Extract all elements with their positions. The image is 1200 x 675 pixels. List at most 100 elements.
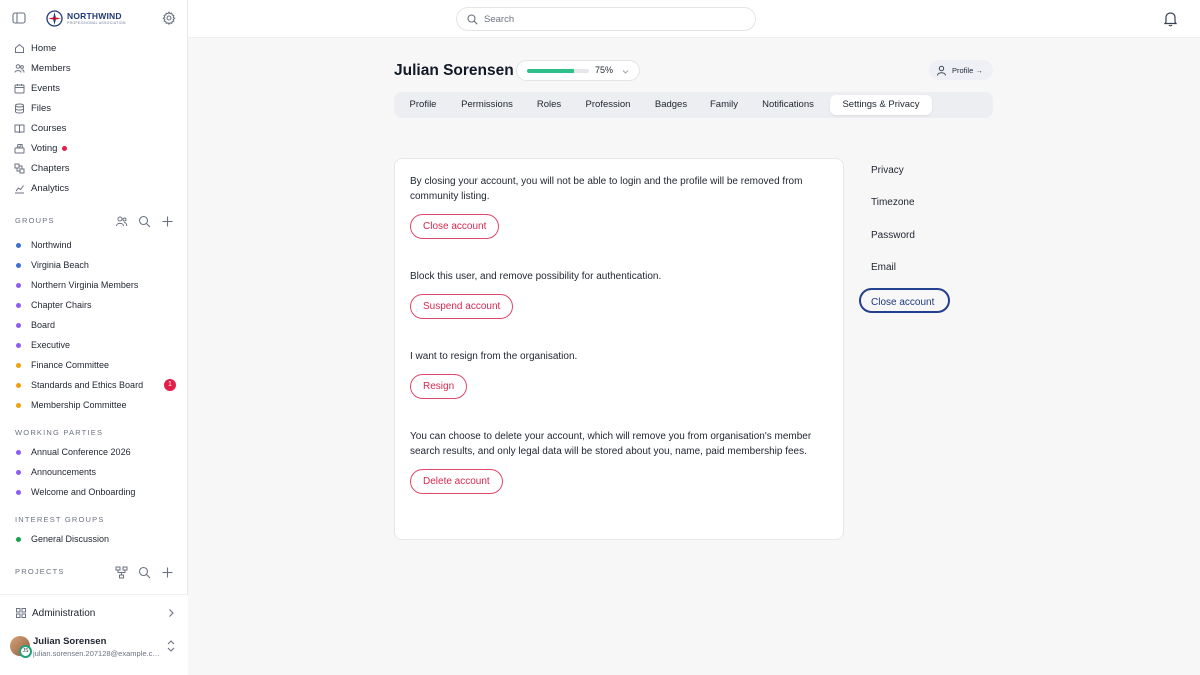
nav-item-label: Members bbox=[31, 62, 71, 74]
group-item[interactable]: Northern Virginia Members bbox=[0, 275, 188, 295]
logo-subtitle: PROFESSIONAL ASSOCIATION bbox=[67, 20, 126, 25]
account-actions-card: By closing your account, you will not be… bbox=[394, 158, 844, 540]
group-color-dot bbox=[16, 242, 21, 248]
group-item[interactable]: Finance Committee bbox=[0, 355, 188, 375]
calendar-icon bbox=[14, 83, 25, 93]
interest-group-item[interactable]: General Discussion bbox=[0, 529, 188, 549]
projects-heading: PROJECTS bbox=[15, 567, 65, 576]
plus-icon[interactable] bbox=[161, 215, 174, 228]
search-icon[interactable] bbox=[138, 566, 151, 579]
search-input[interactable]: Search bbox=[456, 7, 756, 31]
group-label: Announcements bbox=[31, 467, 97, 477]
administration-label: Administration bbox=[32, 607, 96, 619]
delete-account-description: You can choose to delete your account, w… bbox=[410, 431, 812, 457]
tab-profession[interactable]: Profession bbox=[577, 95, 639, 115]
group-color-dot bbox=[16, 402, 21, 408]
avatar-status-badge: JS bbox=[19, 645, 32, 658]
group-item[interactable]: Chapter Chairs bbox=[0, 295, 188, 315]
subnav-privacy[interactable]: Privacy bbox=[859, 158, 904, 183]
user-email: julian.sorensen.207128@example.com bbox=[33, 649, 161, 658]
nav-item-files[interactable]: Files bbox=[0, 98, 188, 118]
group-item[interactable]: Board bbox=[0, 315, 188, 335]
profile-completion-fill bbox=[527, 69, 574, 73]
group-label: General Discussion bbox=[31, 534, 110, 544]
nav-item-label: Voting bbox=[31, 142, 58, 154]
nav-item-chapters[interactable]: Chapters bbox=[0, 158, 188, 178]
sidebar-footer: Administration JS Julian Sorensen julian… bbox=[0, 594, 188, 675]
group-color-dot bbox=[16, 362, 21, 368]
group-members-icon[interactable] bbox=[115, 215, 128, 228]
working-party-item[interactable]: Announcements bbox=[0, 462, 188, 482]
group-label: Chapter Chairs bbox=[31, 300, 92, 310]
subnav-password[interactable]: Password bbox=[859, 223, 915, 248]
nav-item-courses[interactable]: Courses bbox=[0, 118, 188, 138]
group-item[interactable]: Executive bbox=[0, 335, 188, 355]
subnav-email[interactable]: Email bbox=[859, 255, 896, 280]
group-item[interactable]: Standards and Ethics Board 1 bbox=[0, 375, 188, 395]
gear-icon[interactable] bbox=[162, 11, 176, 25]
chevron-up-down-icon[interactable] bbox=[166, 639, 176, 653]
search-icon bbox=[467, 13, 478, 25]
projects-actions bbox=[115, 566, 174, 579]
working-party-item[interactable]: Annual Conference 2026 bbox=[0, 442, 188, 462]
hierarchy-icon[interactable] bbox=[115, 566, 128, 579]
tab-badges[interactable]: Badges bbox=[646, 95, 696, 115]
interest-groups-heading: INTEREST GROUPS bbox=[15, 515, 105, 524]
suspend-account-button[interactable]: Suspend account bbox=[410, 294, 514, 319]
resign-button[interactable]: Resign bbox=[410, 374, 468, 399]
group-color-dot bbox=[16, 382, 21, 388]
group-label: Executive bbox=[31, 340, 71, 350]
bell-icon[interactable] bbox=[1162, 10, 1179, 27]
tab-settings-privacy[interactable]: Settings & Privacy bbox=[830, 95, 932, 115]
subnav-timezone[interactable]: Timezone bbox=[859, 190, 915, 215]
groups-heading: GROUPS bbox=[15, 216, 55, 225]
delete-account-button[interactable]: Delete account bbox=[410, 469, 503, 494]
topbar: Search bbox=[188, 0, 1200, 38]
profile-tabs: Profile Permissions Roles Profession Bad… bbox=[394, 92, 993, 118]
current-user[interactable]: JS Julian Sorensen julian.sorensen.20712… bbox=[10, 635, 180, 663]
group-label: Finance Committee bbox=[31, 360, 110, 370]
group-label: Annual Conference 2026 bbox=[31, 447, 131, 457]
group-item[interactable]: Membership Committee bbox=[0, 395, 188, 415]
page-title: Julian Sorensen bbox=[394, 62, 514, 79]
tab-profile[interactable]: Profile bbox=[398, 95, 448, 115]
view-profile-button[interactable]: Profile → bbox=[929, 60, 993, 80]
grid-icon bbox=[16, 608, 26, 618]
nav-item-label: Chapters bbox=[31, 162, 70, 174]
group-item[interactable]: Northwind bbox=[0, 235, 188, 255]
user-name: Julian Sorensen bbox=[33, 636, 107, 647]
tab-permissions[interactable]: Permissions bbox=[454, 95, 520, 115]
nav-item-label: Files bbox=[31, 102, 52, 114]
plus-icon[interactable] bbox=[161, 566, 174, 579]
sidebar-toggle-icon[interactable] bbox=[12, 11, 26, 25]
main-content: Julian Sorensen 75% Profile → Profile Pe… bbox=[188, 38, 1200, 675]
unread-count-badge: 1 bbox=[164, 379, 176, 391]
working-party-item[interactable]: Welcome and Onboarding bbox=[0, 482, 188, 502]
nav-item-home[interactable]: Home bbox=[0, 38, 188, 58]
nav-item-label: Courses bbox=[31, 122, 67, 134]
administration-link[interactable]: Administration bbox=[0, 603, 188, 623]
tab-roles[interactable]: Roles bbox=[527, 95, 571, 115]
group-label: Membership Committee bbox=[31, 400, 127, 410]
nav-item-voting[interactable]: Voting bbox=[0, 138, 188, 158]
group-color-dot bbox=[16, 262, 21, 268]
nav-item-members[interactable]: Members bbox=[0, 58, 188, 78]
subnav-close-account[interactable]: Close account bbox=[859, 288, 950, 313]
interest-groups-list: General Discussion bbox=[0, 529, 188, 549]
search-icon[interactable] bbox=[138, 215, 151, 228]
group-label: Northern Virginia Members bbox=[31, 280, 139, 290]
nav-item-analytics[interactable]: Analytics bbox=[0, 178, 188, 198]
sidebar: NORTHWIND PROFESSIONAL ASSOCIATION Home … bbox=[0, 0, 188, 675]
search-placeholder: Search bbox=[484, 13, 515, 25]
tab-notifications[interactable]: Notifications bbox=[751, 95, 825, 115]
group-label: Virginia Beach bbox=[31, 260, 89, 270]
profile-completion-dropdown[interactable]: 75% bbox=[516, 60, 640, 81]
home-icon bbox=[15, 43, 24, 53]
close-account-button[interactable]: Close account bbox=[410, 214, 500, 239]
logo[interactable]: NORTHWIND PROFESSIONAL ASSOCIATION bbox=[46, 10, 126, 27]
tab-family[interactable]: Family bbox=[703, 95, 745, 115]
nav-item-events[interactable]: Events bbox=[0, 78, 188, 98]
group-item[interactable]: Virginia Beach bbox=[0, 255, 188, 275]
chevron-down-icon bbox=[622, 70, 629, 74]
group-label: Northwind bbox=[31, 240, 72, 250]
